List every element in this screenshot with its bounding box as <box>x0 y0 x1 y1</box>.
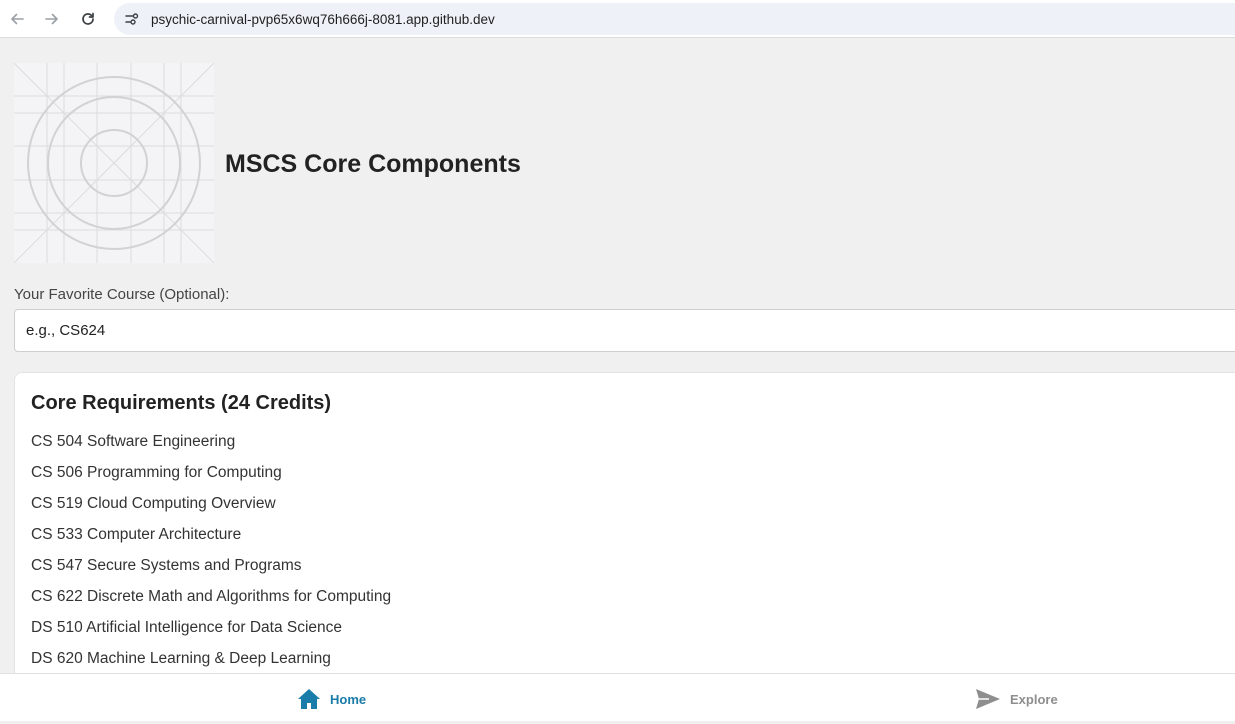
tab-home-label: Home <box>330 691 367 707</box>
forward-button[interactable] <box>37 4 67 34</box>
list-item: CS 504 Software Engineering <box>31 433 236 450</box>
bottom-tab-bar: Home Explore <box>0 673 1235 724</box>
favorite-course-input[interactable] <box>14 309 1235 352</box>
list-item: CS 622 Discrete Math and Algorithms for … <box>31 588 392 605</box>
course-list: CS 504 Software Engineering CS 506 Progr… <box>31 432 391 673</box>
list-item: CS 519 Cloud Computing Overview <box>31 495 276 512</box>
list-item: CS 547 Secure Systems and Programs <box>31 557 302 574</box>
page-content: MSCS Core Components Your Favorite Cours… <box>0 42 1235 673</box>
home-icon <box>298 689 320 709</box>
tab-explore-label: Explore <box>1010 691 1058 707</box>
tab-home[interactable]: Home <box>297 674 366 724</box>
concentric-circles-icon <box>13 62 215 264</box>
list-item: CS 533 Computer Architecture <box>31 526 242 543</box>
arrow-left-icon <box>11 13 24 25</box>
send-icon <box>976 689 1000 709</box>
list-item: DS 510 Artificial Intelligence for Data … <box>31 619 343 636</box>
core-requirements-card: Core Requirements (24 Credits) CS 504 So… <box>14 372 1235 673</box>
card-title: Core Requirements (24 Credits) <box>31 392 332 414</box>
tune-icon[interactable] <box>122 9 142 29</box>
favorite-course-label: Your Favorite Course (Optional): <box>14 286 230 303</box>
reload-button[interactable] <box>73 4 103 34</box>
arrow-right-icon <box>45 13 58 25</box>
back-button[interactable] <box>2 4 32 34</box>
list-item: CS 506 Programming for Computing <box>31 464 282 481</box>
header-image <box>13 62 215 264</box>
address-bar[interactable]: psychic-carnival-pvp65x6wq76h666j-8081.a… <box>114 3 1235 35</box>
page-title: MSCS Core Components <box>225 150 521 178</box>
list-item: DS 620 Machine Learning & Deep Learning <box>31 650 331 667</box>
tab-explore[interactable]: Explore <box>975 674 1058 724</box>
reload-icon <box>82 12 94 25</box>
url-text[interactable]: psychic-carnival-pvp65x6wq76h666j-8081.a… <box>151 12 495 27</box>
browser-toolbar: psychic-carnival-pvp65x6wq76h666j-8081.a… <box>0 0 1235 38</box>
